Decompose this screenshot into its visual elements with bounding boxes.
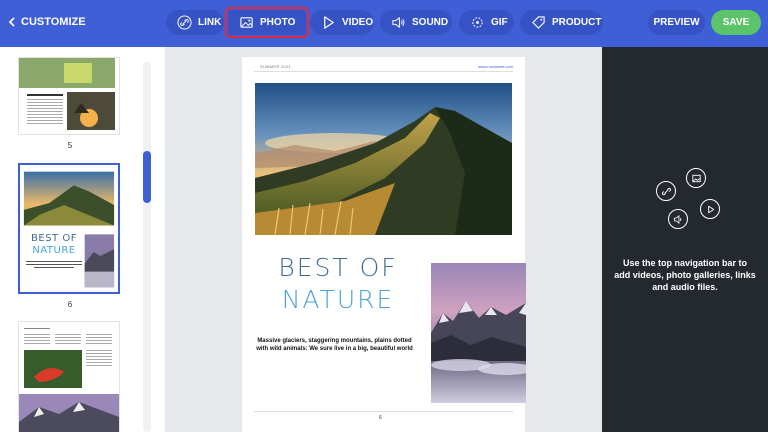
link-button[interactable]: LINK [166,10,224,35]
hero-mountain-image[interactable] [255,83,512,235]
photo-icon [240,17,253,28]
video-circle-icon [700,199,720,219]
sound-button[interactable]: SOUND [380,10,452,35]
page-footer-number: 6 [379,415,382,421]
page-thumbnail-panel: 5 BEST OF NATURE 6 [0,47,165,432]
page-header-left: SUMMER 2021 [260,64,292,69]
media-hint-panel: Use the top navigation bar to add videos… [602,47,768,432]
side-mountain-image[interactable] [431,263,526,403]
page-title-line2[interactable]: NATURE [248,285,428,314]
link-icon [661,187,671,195]
sound-label: SOUND [412,17,449,28]
link-icon [177,15,192,30]
back-label: CUSTOMIZE [21,16,86,28]
page-number-5: 5 [67,141,73,150]
gif-icon [472,17,483,28]
chevron-left-icon [8,17,15,27]
thumbnail-page-6-image [20,165,118,292]
link-label: LINK [198,17,222,28]
top-navigation-bar: CUSTOMIZE LINK PHOTO VIDEO SOUND GIF PRO… [0,0,768,47]
product-button[interactable]: PRODUCT [520,10,603,35]
gif-button[interactable]: GIF [459,10,514,35]
save-button[interactable]: SAVE [711,10,761,35]
thumbnail-page-7[interactable] [18,321,120,432]
video-label: VIDEO [342,17,374,28]
editor-canvas: SUMMER 2021 www.nosiuweb.com BEST OF NAT… [165,47,602,432]
sound-icon [673,214,681,224]
photo-icon [691,174,701,182]
play-icon [707,205,714,213]
link-circle-icon [656,181,676,201]
page-footer-divider [254,411,513,412]
back-to-customize-button[interactable]: CUSTOMIZE [8,16,86,28]
thumbnail-scrollbar-track[interactable] [143,62,151,432]
preview-button[interactable]: PREVIEW [648,10,705,35]
page-number-6: 6 [67,300,73,309]
sound-icon [392,17,405,28]
product-label: PRODUCT [552,17,602,28]
photo-label: PHOTO [260,17,296,28]
thumbnail-page-6[interactable]: BEST OF NATURE [18,163,120,294]
tag-icon [532,16,545,29]
thumbnail-scrollbar-thumb[interactable] [143,151,151,203]
page-caption[interactable]: Massive glaciers, staggering mountains, … [256,337,413,353]
page-title-line1[interactable]: BEST OF [248,253,428,282]
video-icon [324,16,334,29]
help-text: Use the top navigation bar to add videos… [614,258,756,292]
thumbnail-page-5[interactable] [18,57,120,135]
magazine-page[interactable]: SUMMER 2021 www.nosiuweb.com BEST OF NAT… [242,57,526,432]
thumbnail-page-5-image [19,58,119,134]
gif-label: GIF [491,17,508,28]
page-header-right: www.nosiuweb.com [477,64,513,69]
thumbnail-title-line1: BEST OF [31,233,77,244]
thumbnail-title-line2: NATURE [32,245,76,256]
page-header-divider [254,71,513,72]
video-button[interactable]: VIDEO [310,10,374,35]
sound-circle-icon [668,209,688,229]
thumbnail-page-7-image [19,322,119,432]
photo-circle-icon [686,168,706,188]
photo-button[interactable]: PHOTO [225,7,309,38]
